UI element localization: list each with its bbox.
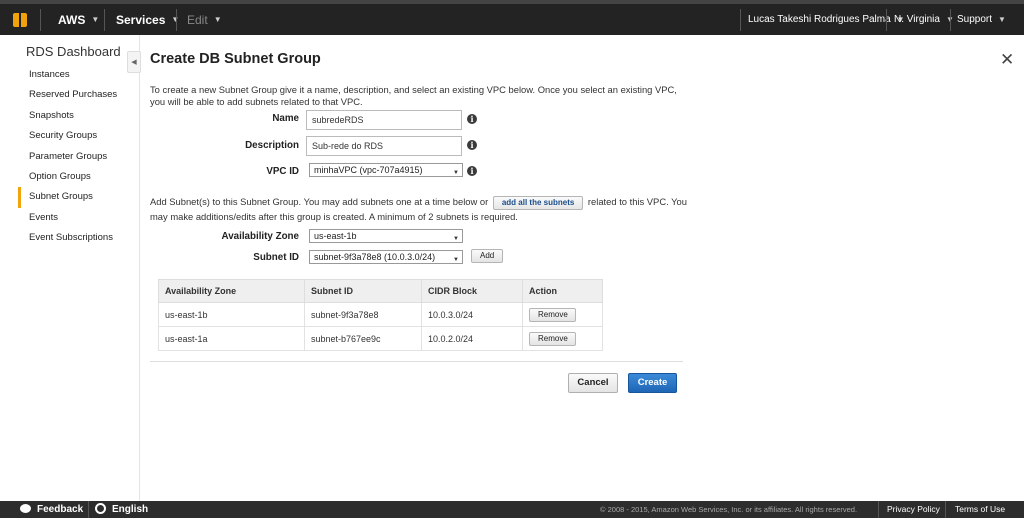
info-icon[interactable]: i xyxy=(467,140,477,150)
dialog-title: Create DB Subnet Group xyxy=(150,51,321,67)
table-header-row: Availability Zone Subnet ID CIDR Block A… xyxy=(158,279,603,303)
sidebar-item-parameter-groups[interactable]: Parameter Groups xyxy=(18,147,117,167)
availability-zone-select[interactable]: us-east-1b ▼ xyxy=(309,229,463,243)
sidebar: RDS Dashboard Instances Reserved Purchas… xyxy=(0,35,140,501)
name-label: Name xyxy=(272,113,299,124)
dropdown-arrow-icon: ▼ xyxy=(453,236,459,242)
sidebar-item-security-groups[interactable]: Security Groups xyxy=(18,126,117,146)
nav-separator xyxy=(104,9,105,31)
terms-of-use-link[interactable]: Terms of Use xyxy=(955,501,1005,518)
remove-button[interactable]: Remove xyxy=(529,307,576,322)
sidebar-title[interactable]: RDS Dashboard xyxy=(26,44,121,59)
sidebar-item-option-groups[interactable]: Option Groups xyxy=(18,167,117,187)
chevron-left-icon: ◀ xyxy=(131,59,137,66)
cell-action: Remove xyxy=(522,302,603,327)
feedback-button[interactable]: Feedback xyxy=(20,501,83,518)
footer-separator xyxy=(945,501,946,518)
copyright-text: © 2008 - 2015, Amazon Web Services, Inc.… xyxy=(600,505,858,514)
subnets-table: Availability Zone Subnet ID CIDR Block A… xyxy=(158,279,603,351)
vpc-id-label: VPC ID xyxy=(266,166,299,177)
divider xyxy=(150,361,683,362)
sidebar-item-reserved-purchases[interactable]: Reserved Purchases xyxy=(18,85,117,105)
chevron-down-icon: ▼ xyxy=(91,15,100,24)
cell-subnet-id: subnet-b767ee9c xyxy=(304,326,422,351)
column-header-cidr-block: CIDR Block xyxy=(421,279,523,303)
collapse-sidebar-button[interactable]: ◀ xyxy=(127,51,141,73)
subnet-id-value: subnet-9f3a78e8 (10.0.3.0/24) xyxy=(314,252,436,262)
remove-button[interactable]: Remove xyxy=(529,331,576,346)
footer-bar: Feedback English © 2008 - 2015, Amazon W… xyxy=(0,501,1024,518)
add-all-subnets-button[interactable]: add all the subnets xyxy=(492,195,584,210)
top-nav-bar: AWS ▼ Services ▼ Edit ▼ Lucas Takeshi Ro… xyxy=(0,0,1024,35)
nav-separator xyxy=(740,9,741,31)
user-name: Lucas Takeshi Rodrigues Palma xyxy=(748,14,891,25)
feedback-label: Feedback xyxy=(37,504,84,515)
services-menu-label: Services xyxy=(116,12,166,27)
subnet-id-label: Subnet ID xyxy=(253,252,299,263)
info-icon[interactable]: i xyxy=(467,114,477,124)
description-input[interactable] xyxy=(306,136,462,156)
column-header-availability-zone: Availability Zone xyxy=(158,279,305,303)
cancel-button[interactable]: Cancel xyxy=(568,373,618,393)
availability-zone-label: Availability Zone xyxy=(221,231,300,242)
name-input[interactable] xyxy=(306,110,462,130)
sidebar-item-snapshots[interactable]: Snapshots xyxy=(18,106,117,126)
vpc-id-select[interactable]: minhaVPC (vpc-707a4915) ▼ xyxy=(309,163,463,177)
region-name: N. Virginia xyxy=(894,14,940,25)
column-header-action: Action xyxy=(522,279,603,303)
chevron-down-icon: ▼ xyxy=(998,15,1006,24)
aws-cube-icon xyxy=(13,12,27,27)
aws-menu-label: AWS xyxy=(58,12,86,27)
cell-action: Remove xyxy=(522,326,603,351)
edit-menu-label: Edit xyxy=(187,12,208,27)
support-menu[interactable]: Support ▼ xyxy=(957,4,1006,35)
description-label: Description xyxy=(245,140,299,151)
sidebar-item-instances[interactable]: Instances xyxy=(18,65,117,85)
privacy-policy-link[interactable]: Privacy Policy xyxy=(887,501,940,518)
support-label: Support xyxy=(957,14,993,25)
nav-separator xyxy=(886,9,887,31)
services-menu[interactable]: Services ▼ xyxy=(116,4,179,35)
user-menu[interactable]: Lucas Takeshi Rodrigues Palma ▼ xyxy=(748,4,905,35)
table-row: us-east-1b subnet-9f3a78e8 10.0.3.0/24 R… xyxy=(158,302,603,327)
nav-separator xyxy=(40,9,41,31)
dropdown-arrow-icon: ▼ xyxy=(453,170,459,176)
cell-availability-zone: us-east-1a xyxy=(158,326,305,351)
add-subnets-instructions: Add Subnet(s) to this Subnet Group. You … xyxy=(150,195,690,224)
nav-separator xyxy=(950,9,951,31)
availability-zone-value: us-east-1b xyxy=(314,231,357,241)
add-subnet-button[interactable]: Add xyxy=(471,249,503,263)
nav-separator xyxy=(176,9,177,31)
region-menu[interactable]: N. Virginia ▼ xyxy=(894,4,954,35)
info-icon[interactable]: i xyxy=(467,166,477,176)
aws-logo[interactable] xyxy=(0,4,40,35)
globe-icon xyxy=(95,503,106,514)
cell-availability-zone: us-east-1b xyxy=(158,302,305,327)
speech-bubble-icon xyxy=(20,504,31,513)
language-label: English xyxy=(112,504,149,515)
sidebar-nav: Instances Reserved Purchases Snapshots S… xyxy=(18,65,117,249)
sidebar-item-events[interactable]: Events xyxy=(18,208,117,228)
cell-cidr-block: 10.0.2.0/24 xyxy=(421,326,523,351)
chevron-down-icon: ▼ xyxy=(213,15,222,24)
sidebar-item-event-subscriptions[interactable]: Event Subscriptions xyxy=(18,228,117,248)
dialog-intro: To create a new Subnet Group give it a n… xyxy=(150,84,677,107)
create-button[interactable]: Create xyxy=(628,373,677,393)
vpc-id-value: minhaVPC (vpc-707a4915) xyxy=(314,165,423,175)
table-row: us-east-1a subnet-b767ee9c 10.0.2.0/24 R… xyxy=(158,326,603,351)
column-header-subnet-id: Subnet ID xyxy=(304,279,422,303)
cell-subnet-id: subnet-9f3a78e8 xyxy=(304,302,422,327)
language-selector[interactable]: English xyxy=(95,501,148,518)
subnet-id-select[interactable]: subnet-9f3a78e8 (10.0.3.0/24) ▼ xyxy=(309,250,463,264)
close-icon[interactable]: ✕ xyxy=(1000,50,1014,70)
dropdown-arrow-icon: ▼ xyxy=(453,257,459,263)
edit-menu[interactable]: Edit ▼ xyxy=(187,4,222,35)
footer-separator xyxy=(878,501,879,518)
aws-menu[interactable]: AWS ▼ xyxy=(58,4,99,35)
sidebar-item-subnet-groups[interactable]: Subnet Groups xyxy=(18,187,117,208)
footer-separator xyxy=(88,501,89,518)
add-subnets-text-before: Add Subnet(s) to this Subnet Group. You … xyxy=(150,196,489,207)
cell-cidr-block: 10.0.3.0/24 xyxy=(421,302,523,327)
